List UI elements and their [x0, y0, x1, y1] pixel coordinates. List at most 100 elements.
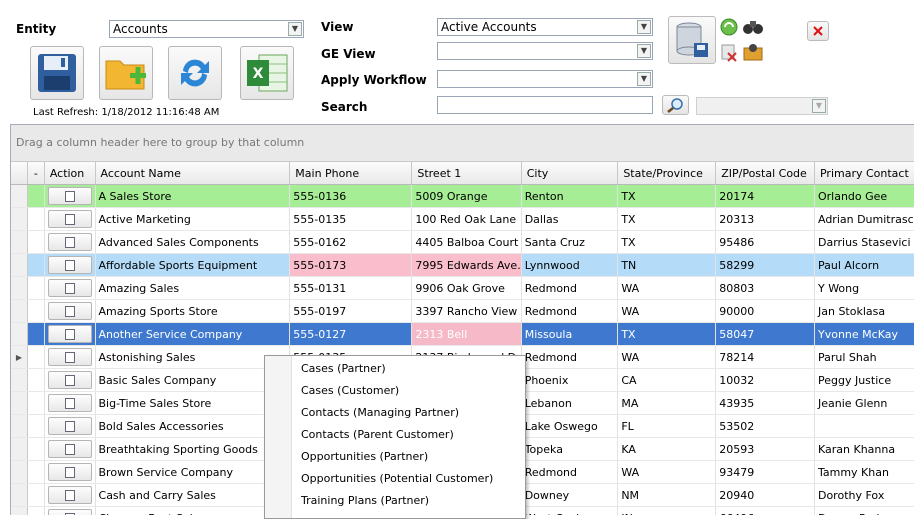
expand-cell[interactable]	[27, 276, 45, 300]
state-cell[interactable]: TX	[617, 322, 717, 346]
action-cell[interactable]	[44, 322, 96, 346]
column-header-[interactable]: -	[27, 162, 45, 185]
action-button[interactable]	[47, 256, 92, 274]
zip-cell[interactable]: 95486	[715, 230, 815, 254]
primary-contact-cell[interactable]: Jeanie Glenn	[814, 391, 914, 415]
entity-select[interactable]: Accounts ▼	[109, 20, 304, 38]
primary-contact-cell[interactable]: Y Wong	[814, 276, 914, 300]
primary-contact-cell[interactable]: Paul Alcorn	[814, 253, 914, 277]
city-cell[interactable]: Redmond	[521, 345, 619, 369]
state-cell[interactable]: TX	[617, 230, 717, 254]
column-header-state-province[interactable]: State/Province	[617, 162, 717, 185]
row-selector[interactable]	[11, 483, 28, 507]
action-button[interactable]	[47, 371, 92, 389]
column-header-main-phone[interactable]: Main Phone	[289, 162, 413, 185]
table-row[interactable]: Active Marketing 555-0135 100 Red Oak Lane…	[11, 207, 914, 231]
zip-cell[interactable]: 53502	[715, 414, 815, 438]
street-cell[interactable]: 7995 Edwards Ave.	[411, 253, 522, 277]
expand-cell[interactable]	[27, 368, 45, 392]
table-row[interactable]: Amazing Sales 555-0131 9906 Oak Grove Redmo…	[11, 276, 914, 300]
street-cell[interactable]: 100 Red Oak Lane	[411, 207, 522, 231]
account-name-cell[interactable]: Basic Sales Company	[95, 368, 291, 392]
city-cell[interactable]: Redmond	[521, 276, 619, 300]
city-cell[interactable]: Santa Cruz	[521, 230, 619, 254]
main-phone-cell[interactable]: 555-0136	[289, 184, 413, 208]
state-cell[interactable]: WA	[617, 460, 717, 484]
column-header-zip-postal-code[interactable]: ZIP/Postal Code	[715, 162, 815, 185]
apply-workflow-select[interactable]: ▼	[437, 70, 653, 88]
state-cell[interactable]: KA	[617, 437, 717, 461]
state-cell[interactable]: MA	[617, 391, 717, 415]
action-button[interactable]	[47, 210, 92, 228]
context-menu-item[interactable]: Training Plans (Partner)	[301, 494, 429, 507]
city-cell[interactable]: Downey	[521, 483, 619, 507]
action-button[interactable]	[47, 509, 92, 515]
row-selector[interactable]	[11, 368, 28, 392]
column-header-street-1[interactable]: Street 1	[411, 162, 522, 185]
main-phone-cell[interactable]: 555-0131	[289, 276, 413, 300]
account-name-cell[interactable]: Amazing Sports Store	[95, 299, 291, 323]
table-row[interactable]: Amazing Sports Store 555-0197 3397 Rancho …	[11, 299, 914, 323]
action-button[interactable]	[47, 325, 92, 343]
secondary-select[interactable]: ▼	[696, 97, 828, 115]
city-cell[interactable]: Lake Oswego	[521, 414, 619, 438]
delete-records-icon[interactable]	[719, 42, 739, 62]
close-button[interactable]	[807, 21, 829, 41]
expand-cell[interactable]	[27, 460, 45, 484]
context-menu-item[interactable]: Contacts (Parent Customer)	[301, 428, 454, 441]
column-header-account-name[interactable]: Account Name	[95, 162, 291, 185]
action-cell[interactable]	[44, 276, 96, 300]
city-cell[interactable]: Phoenix	[521, 368, 619, 392]
contacts-icon[interactable]	[742, 42, 764, 62]
context-menu-item[interactable]: Cases (Customer)	[301, 384, 399, 397]
city-cell[interactable]: Missoula	[521, 322, 619, 346]
primary-contact-cell[interactable]: Adrian Dumitrasc	[814, 207, 914, 231]
street-cell[interactable]: 9906 Oak Grove	[411, 276, 522, 300]
account-name-cell[interactable]: Advanced Sales Components	[95, 230, 291, 254]
row-selector[interactable]	[11, 299, 28, 323]
action-cell[interactable]	[44, 299, 96, 323]
state-cell[interactable]: WA	[617, 276, 717, 300]
primary-contact-cell[interactable]: Jan Stoklasa	[814, 299, 914, 323]
table-row[interactable]: Advanced Sales Components 555-0162 4405 Ba…	[11, 230, 914, 254]
binoculars-icon[interactable]	[742, 17, 764, 37]
street-cell[interactable]: 4405 Balboa Court	[411, 230, 522, 254]
expand-cell[interactable]	[27, 253, 45, 277]
action-button[interactable]	[47, 233, 92, 251]
action-cell[interactable]	[44, 345, 96, 369]
state-cell[interactable]: CA	[617, 368, 717, 392]
row-selector[interactable]	[11, 276, 28, 300]
city-cell[interactable]: Lynnwood	[521, 253, 619, 277]
account-name-cell[interactable]: Cash and Carry Sales	[95, 483, 291, 507]
action-cell[interactable]	[44, 414, 96, 438]
main-phone-cell[interactable]: 555-0127	[289, 322, 413, 346]
primary-contact-cell[interactable]: Parul Shah	[814, 345, 914, 369]
row-pointer-icon[interactable]: ▶	[11, 345, 28, 369]
expand-cell[interactable]	[27, 207, 45, 231]
account-name-cell[interactable]: Amazing Sales	[95, 276, 291, 300]
city-cell[interactable]: Dallas	[521, 207, 619, 231]
primary-contact-cell[interactable]: Karan Khanna	[814, 437, 914, 461]
city-cell[interactable]: Redmond	[521, 299, 619, 323]
state-cell[interactable]: TN	[617, 253, 717, 277]
zip-cell[interactable]: 80803	[715, 276, 815, 300]
state-cell[interactable]: WA	[617, 345, 717, 369]
action-button[interactable]	[47, 187, 92, 205]
row-selector[interactable]	[11, 391, 28, 415]
expand-cell[interactable]	[27, 299, 45, 323]
account-name-cell[interactable]: Another Service Company	[95, 322, 291, 346]
context-menu-item[interactable]: Contacts (Managing Partner)	[301, 406, 459, 419]
account-name-cell[interactable]: Affordable Sports Equipment	[95, 253, 291, 277]
action-button[interactable]	[47, 279, 92, 297]
expand-cell[interactable]	[27, 345, 45, 369]
zip-cell[interactable]: 93479	[715, 460, 815, 484]
main-phone-cell[interactable]: 555-0197	[289, 299, 413, 323]
action-cell[interactable]	[44, 460, 96, 484]
primary-contact-cell[interactable]: Tammy Khan	[814, 460, 914, 484]
state-cell[interactable]: FL	[617, 414, 717, 438]
table-row[interactable]: Affordable Sports Equipment 555-0173 7995 …	[11, 253, 914, 277]
action-button[interactable]	[47, 440, 92, 458]
recycle-icon[interactable]	[719, 17, 739, 37]
search-input[interactable]	[437, 96, 653, 114]
street-cell[interactable]: 5009 Orange	[411, 184, 522, 208]
